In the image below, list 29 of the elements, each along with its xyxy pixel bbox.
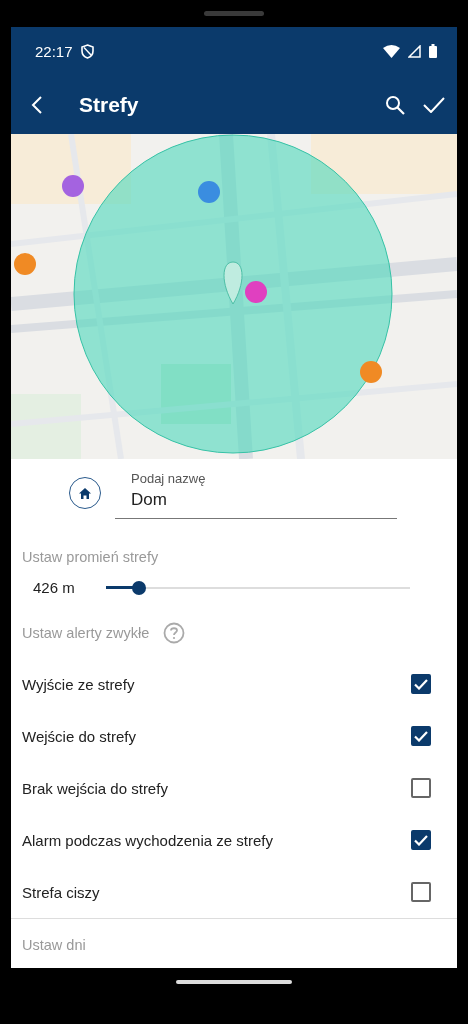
screen-title: Strefy: [79, 92, 139, 117]
alert-label: Wejście do strefy: [22, 727, 137, 745]
search-icon[interactable]: [385, 94, 405, 115]
confirm-icon[interactable]: [423, 96, 445, 113]
alert-checkbox[interactable]: [411, 778, 431, 798]
radius-heading: Ustaw promień strefy: [21, 549, 160, 565]
shield-icon: [80, 43, 94, 59]
home-button[interactable]: [69, 477, 101, 509]
slider-thumb[interactable]: [132, 580, 147, 595]
alert-label: Strefa ciszy: [22, 883, 101, 901]
speaker-grille: [204, 11, 264, 16]
alert-checkbox[interactable]: [411, 882, 431, 902]
alert-checkbox[interactable]: [411, 726, 431, 746]
name-input[interactable]: Dom: [131, 490, 381, 510]
status-time: 22:17: [35, 42, 73, 60]
alert-label: Wyjście ze strefy: [22, 675, 136, 693]
battery-icon: [429, 44, 437, 58]
radius-reading: 426 m: [33, 579, 75, 596]
alert-checkbox[interactable]: [411, 830, 431, 850]
alerts-heading: Ustaw alerty zwykłe: [21, 625, 150, 641]
back-icon[interactable]: [31, 94, 43, 115]
days-heading: Ustaw dni: [21, 937, 87, 953]
field-label: Podaj nazwę: [131, 471, 207, 486]
alert-label: Alarm podczas wychodzenia ze strefy: [22, 831, 274, 849]
home-icon: [79, 487, 91, 499]
alert-label: Brak wejścia do strefy: [22, 779, 169, 797]
alert-checkbox[interactable]: [411, 674, 431, 694]
signal-icon: [408, 44, 421, 58]
wifi-icon: [383, 44, 400, 58]
